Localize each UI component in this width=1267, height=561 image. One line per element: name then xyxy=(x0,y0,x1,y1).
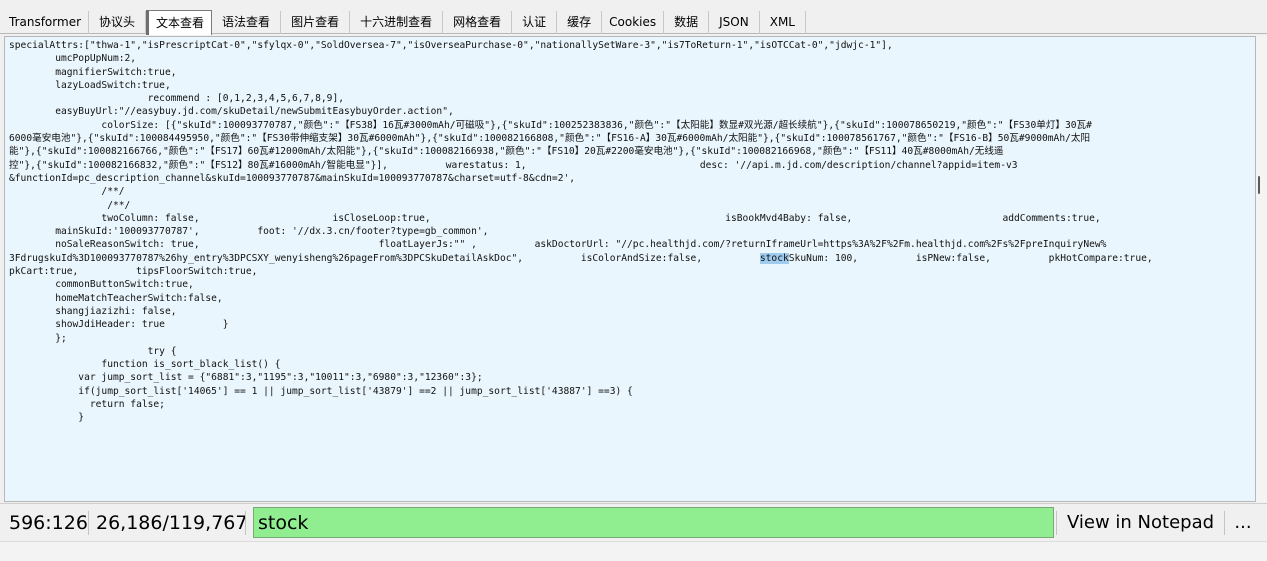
inspector-tab-bar: Transformer 协议头 文本查看 语法查看 图片查看 十六进制查看 网格… xyxy=(0,0,1267,35)
text-after-match: SkuNum: 100, isPNew:false, pkHotCompare:… xyxy=(9,252,1153,424)
inspector-tabs: Transformer 协议头 文本查看 语法查看 图片查看 十六进制查看 网格… xyxy=(2,9,806,35)
selection-info: 26,186/119,767 xyxy=(96,512,248,534)
response-body-text: specialAttrs:["thwa-1","isPrescriptCat-0… xyxy=(5,37,1255,425)
tab-imageview[interactable]: 图片查看 xyxy=(281,11,351,34)
tab-webforms[interactable]: 网格查看 xyxy=(443,11,513,34)
tab-caching[interactable]: 缓存 xyxy=(557,11,603,34)
tab-xml[interactable]: XML xyxy=(760,11,806,34)
status-separator xyxy=(1056,511,1057,535)
tab-transformer[interactable]: Transformer xyxy=(2,11,90,34)
tab-raw[interactable]: 数据 xyxy=(664,11,710,34)
response-text-view[interactable]: specialAttrs:["thwa-1","isPrescriptCat-0… xyxy=(4,36,1256,502)
status-separator xyxy=(245,511,246,535)
status-separator xyxy=(1224,511,1225,535)
bottom-strip xyxy=(0,541,1267,561)
find-input[interactable] xyxy=(253,507,1054,538)
vertical-scrollbar[interactable] xyxy=(1256,36,1267,502)
tab-json[interactable]: JSON xyxy=(709,11,760,34)
tab-cookies[interactable]: Cookies xyxy=(602,11,665,34)
more-options-button[interactable]: ... xyxy=(1228,507,1258,538)
scrollbar-thumb[interactable] xyxy=(1258,176,1260,194)
tab-textview[interactable]: 文本查看 xyxy=(146,10,213,35)
tab-hexview[interactable]: 十六进制查看 xyxy=(350,11,444,34)
status-bar: 596:126 26,186/119,767 View in Notepad .… xyxy=(0,503,1267,541)
search-match-highlight: stock xyxy=(759,252,789,264)
view-in-notepad-button[interactable]: View in Notepad xyxy=(1059,507,1222,538)
cursor-position: 596:126 xyxy=(9,512,88,534)
tab-headers[interactable]: 协议头 xyxy=(89,11,147,34)
status-separator xyxy=(88,511,89,535)
text-before-match: specialAttrs:["thwa-1","isPrescriptCat-0… xyxy=(9,40,1107,264)
tab-auth[interactable]: 认证 xyxy=(512,11,558,34)
tab-syntaxview[interactable]: 语法查看 xyxy=(212,11,282,34)
